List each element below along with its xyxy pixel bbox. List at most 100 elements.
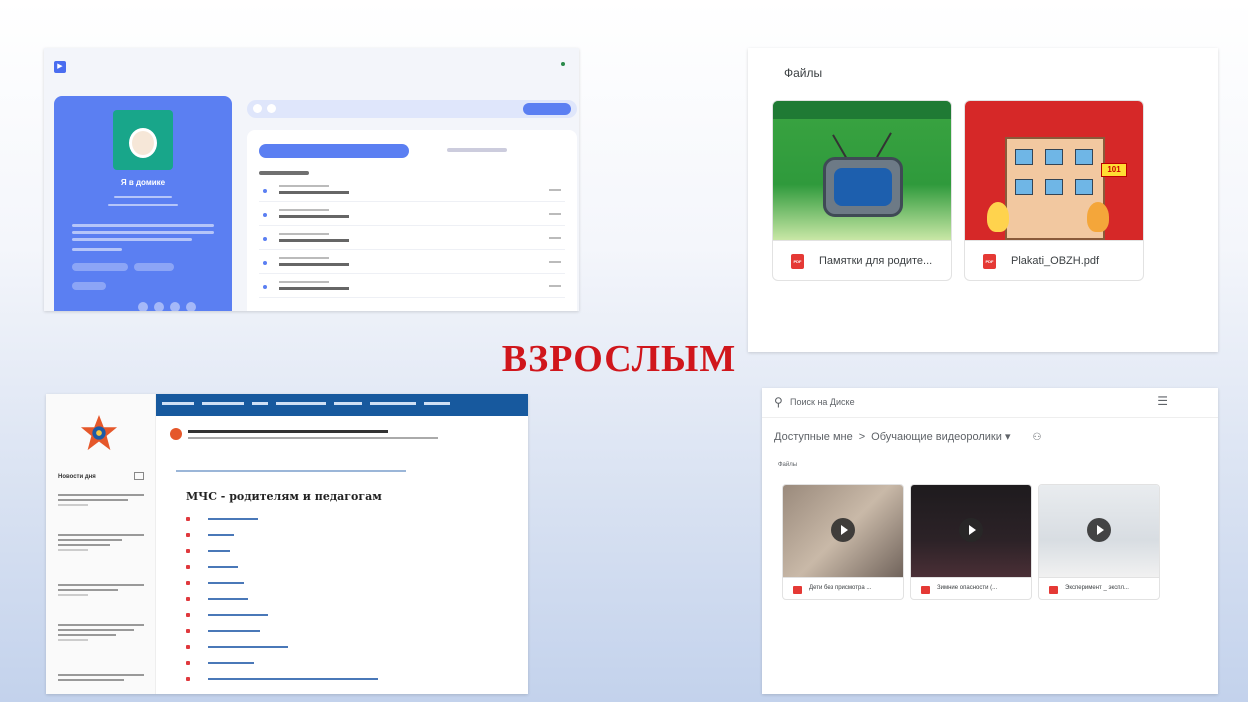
video-card[interactable]: Зимние опасности (... [910,484,1032,600]
platform-icon[interactable] [154,302,164,311]
video-name: Эксперимент _ экспл... [1065,585,1129,591]
pdf-icon: PDF [791,254,804,269]
nav-item[interactable] [370,402,416,405]
file-name-row[interactable]: PDF Plakati_OBZH.pdf [965,240,1143,280]
resource-link[interactable] [186,528,486,542]
nav-item[interactable] [276,402,326,405]
resource-link[interactable] [186,512,486,526]
breadcrumb: Доступные мне > Обучающие видеоролики ▾ ⚇ [774,430,1041,443]
emergency-number-badge: 101 [1101,163,1127,177]
forward-button[interactable] [267,104,276,113]
headline: ВЗРОСЛЫМ [501,338,737,380]
files-screenshot: Файлы PDF Памятки для родите... 101 PDF … [748,48,1218,352]
episode-row[interactable] [259,276,565,298]
chevron-down-icon[interactable]: ▾ [1005,431,1011,443]
tab-episodes[interactable] [259,144,409,158]
episodes-list [247,130,577,311]
ministry-logo-icon [170,428,182,440]
filter-icon[interactable]: ☰ [1157,394,1168,408]
news-heading: Новости дня [58,474,96,480]
resource-link[interactable] [186,624,486,638]
video-name: Зимние опасности (... [937,585,998,591]
video-file-icon [921,586,930,594]
podcast-player-bar [247,100,577,118]
category-pill[interactable] [72,282,106,290]
people-icon[interactable]: ⚇ [1033,432,1042,443]
language-indicator[interactable] [561,62,567,67]
nav-item[interactable] [162,402,194,405]
resource-link[interactable] [186,544,486,558]
podcast-logo-icon: ▶ [54,61,66,73]
episode-row[interactable] [259,180,565,202]
news-item[interactable] [58,584,144,596]
file-card[interactable]: PDF Памятки для родите... [772,100,952,281]
pdf-icon: PDF [983,254,996,269]
file-thumbnail: 101 [965,101,1143,240]
breadcrumb-folder[interactable]: Обучающие видеоролики [871,431,1002,443]
description-line [72,224,214,227]
platform-icon[interactable] [170,302,180,311]
description-line [72,238,192,241]
resource-link[interactable] [186,656,486,670]
resource-link[interactable] [186,672,486,686]
podcast-meta-line [114,196,172,198]
drive-search-bar[interactable]: ⚲ Поиск на Диске ☰ [762,388,1218,418]
nav-item[interactable] [334,402,362,405]
play-icon[interactable] [959,518,983,542]
news-item[interactable] [58,674,144,684]
category-pill[interactable] [72,263,128,271]
episode-row[interactable] [259,204,565,226]
video-name-row[interactable]: Эксперимент _ экспл... [1039,577,1159,599]
ministry-name [188,430,388,433]
episode-row[interactable] [259,228,565,250]
episode-row[interactable] [259,252,565,274]
video-name: Дети без присмотра ... [809,585,872,591]
search-icon[interactable]: ⚲ [774,395,783,409]
podcast-screenshot: ▶ Я в домике [44,48,579,311]
page-title: МЧС - родителям и педагогам [186,490,382,503]
tv-icon [823,157,903,217]
file-card[interactable]: 101 PDF Plakati_OBZH.pdf [964,100,1144,281]
resource-link[interactable] [186,576,486,590]
platform-icon[interactable] [138,302,148,311]
resource-link[interactable] [186,592,486,606]
files-title: Файлы [784,66,823,80]
video-card[interactable]: Дети без присмотра ... [782,484,904,600]
search-input[interactable]: Поиск на Диске [790,397,855,407]
mchs-emblem-icon [80,414,118,451]
video-name-row[interactable]: Зимние опасности (... [911,577,1031,599]
nav-item[interactable] [202,402,244,405]
ministry-contacts [188,437,438,439]
tab-other[interactable] [447,148,507,152]
video-file-icon [793,586,802,594]
video-card[interactable]: Эксперимент _ экспл... [1038,484,1160,600]
description-more-link[interactable] [72,248,122,251]
platform-icon[interactable] [186,302,196,311]
news-item[interactable] [58,624,144,641]
thumbnail-banner [773,101,951,119]
file-name: Plakati_OBZH.pdf [1011,255,1100,267]
video-name-row[interactable]: Дети без присмотра ... [783,577,903,599]
play-icon[interactable] [831,518,855,542]
back-button[interactable] [253,104,262,113]
nav-item[interactable] [424,402,450,405]
file-thumbnail [773,101,951,240]
file-name-row[interactable]: PDF Памятки для родите... [773,240,951,280]
resource-link[interactable] [186,608,486,622]
child-face-icon [129,128,157,158]
breadcrumb[interactable] [176,470,406,472]
play-icon[interactable] [1087,518,1111,542]
category-pill[interactable] [134,263,174,271]
podcast-stats-line [108,204,178,206]
video-thumbnail [911,485,1031,577]
breadcrumb-shared[interactable]: Доступные мне [774,431,853,443]
top-navigation [156,394,528,416]
news-item[interactable] [58,534,144,551]
video-file-icon [1049,586,1058,594]
news-item[interactable] [58,494,144,506]
share-button[interactable] [523,103,571,115]
rss-icon[interactable] [134,472,144,480]
resource-link[interactable] [186,560,486,574]
resource-link[interactable] [186,640,486,654]
nav-item[interactable] [252,402,268,405]
